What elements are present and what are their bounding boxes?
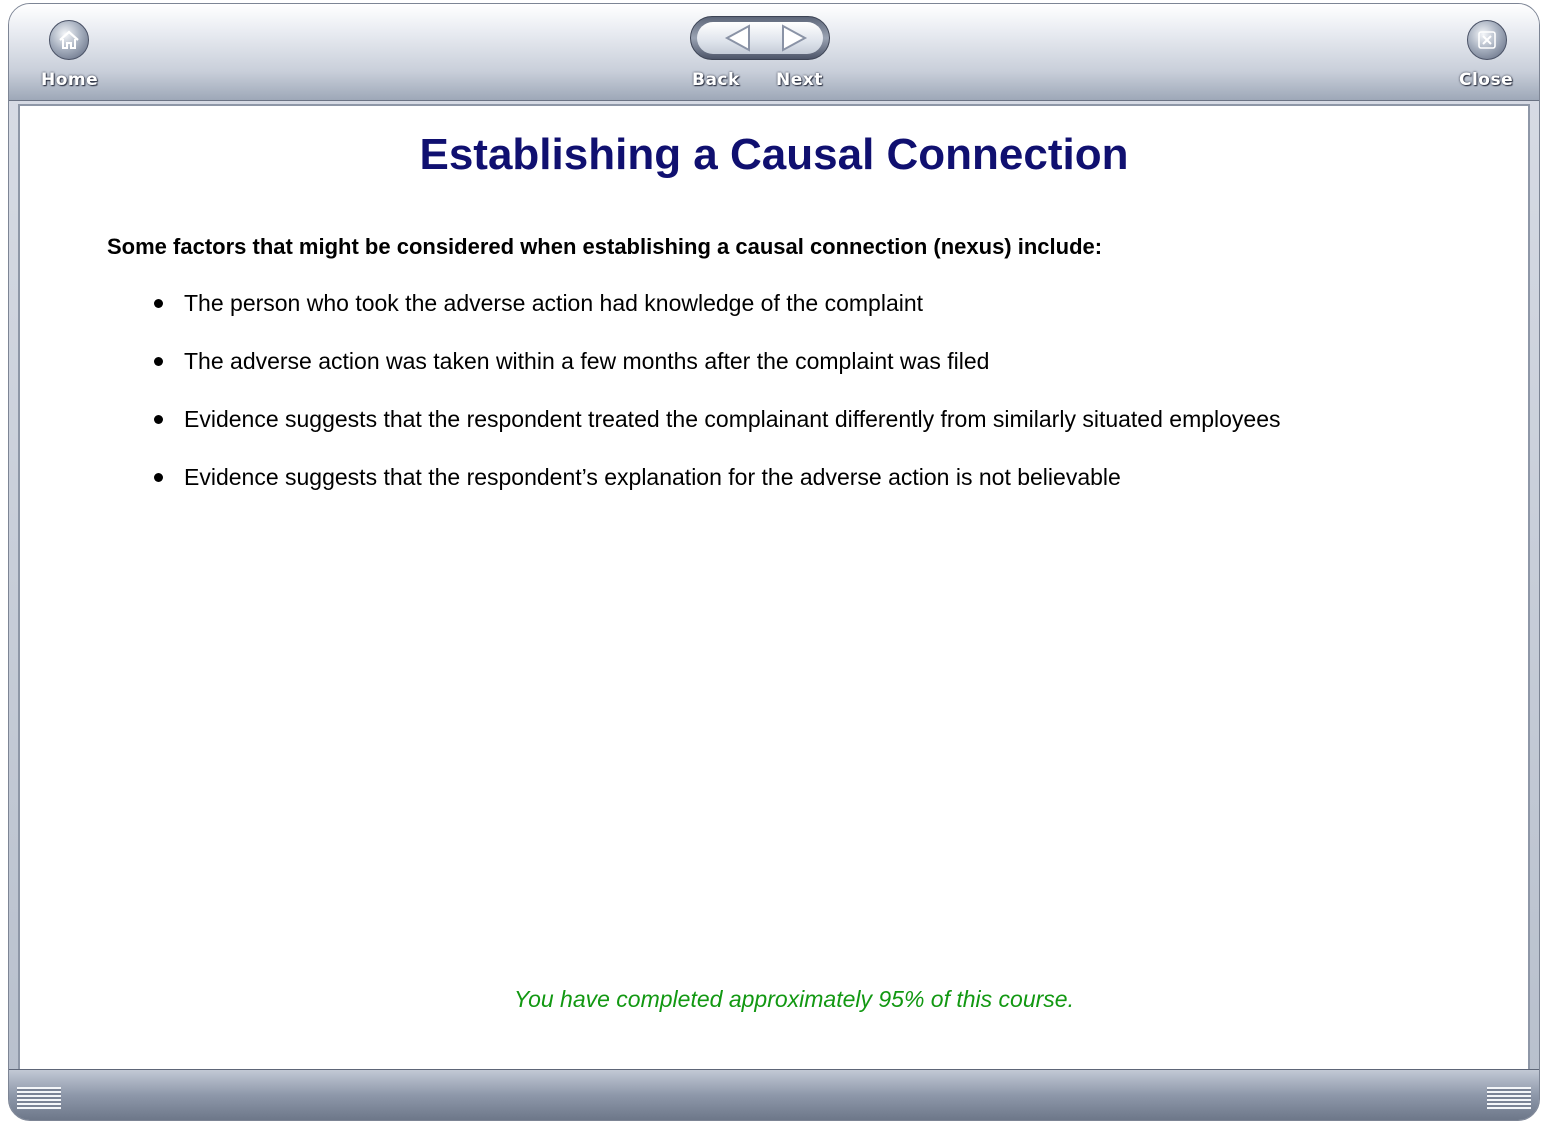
list-item-text: The person who took the adverse action h… xyxy=(184,290,924,316)
close-button[interactable] xyxy=(1467,20,1507,60)
list-item: The person who took the adverse action h… xyxy=(126,288,1281,346)
list-item-text: Evidence suggests that the respondent’s … xyxy=(184,464,1121,490)
back-next-inner xyxy=(697,22,823,54)
bullet-icon xyxy=(154,357,163,366)
resize-grip-icon[interactable] xyxy=(1487,1087,1531,1109)
resize-grip-icon[interactable] xyxy=(17,1087,61,1109)
bottom-bar xyxy=(9,1069,1539,1120)
next-button[interactable]: Next xyxy=(776,70,823,90)
home-button[interactable] xyxy=(49,20,89,60)
home-label[interactable]: Home xyxy=(41,70,98,90)
back-button[interactable]: Back xyxy=(692,70,740,90)
progress-message: You have completed approximately 95% of … xyxy=(514,986,1074,1012)
course-window: Home Back Next Close Establishing a Caus… xyxy=(8,3,1540,1121)
list-item: Evidence suggests that the respondent tr… xyxy=(126,404,1281,462)
close-label[interactable]: Close xyxy=(1459,70,1513,90)
close-icon xyxy=(1467,20,1507,60)
top-toolbar: Home Back Next Close xyxy=(9,4,1539,101)
bullet-icon xyxy=(154,299,163,308)
content-pane: Establishing a Causal Connection Some fa… xyxy=(18,104,1530,1072)
home-icon xyxy=(49,20,89,60)
intro-text: Some factors that might be considered wh… xyxy=(107,234,1103,259)
bullet-icon xyxy=(154,415,163,424)
back-next-control xyxy=(690,16,830,60)
back-arrow-icon[interactable] xyxy=(724,24,750,52)
list-item: The adverse action was taken within a fe… xyxy=(126,346,1281,404)
list-item: Evidence suggests that the respondent’s … xyxy=(126,462,1281,520)
list-item-text: The adverse action was taken within a fe… xyxy=(184,348,990,374)
list-item-text: Evidence suggests that the respondent tr… xyxy=(184,406,1281,432)
page-title: Establishing a Causal Connection xyxy=(419,130,1129,179)
next-arrow-icon[interactable] xyxy=(782,24,808,52)
bullet-icon xyxy=(154,473,163,482)
factor-list: The person who took the adverse action h… xyxy=(126,288,1281,520)
